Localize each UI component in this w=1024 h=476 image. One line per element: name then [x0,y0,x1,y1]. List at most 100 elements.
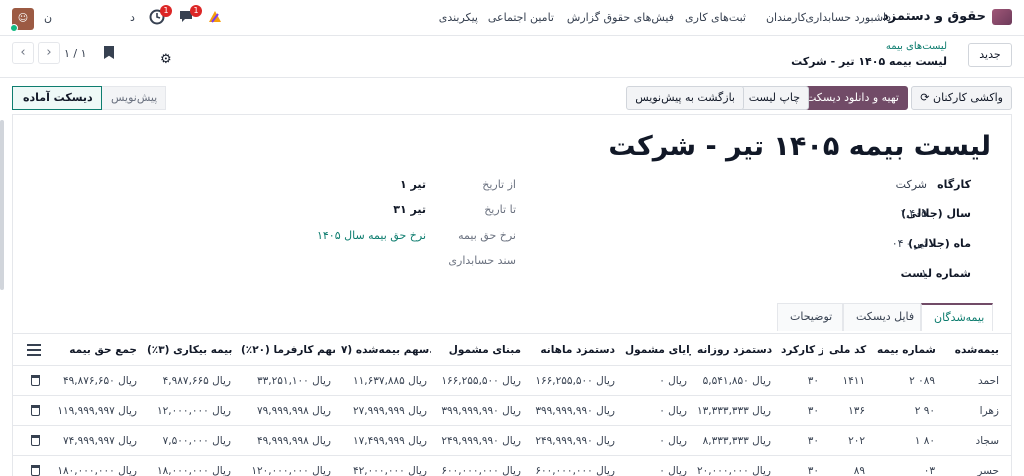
menu-payslips[interactable]: فیش‌های حقوق [604,11,674,24]
table-row[interactable]: زهرا ۲ ۹۰ ۱۳۶ ۳۰ ریال ۱۳,۳۳۳,۳۳۳ ریال ۰ ریال ۳… [13,396,1011,426]
cell-employee-share: ریال ۱۷,۴۹۹,۹۹۹ [353,435,427,447]
cell-unemployment: ریال ۴,۹۸۷,۶۶۵ [162,375,231,387]
back-to-draft-button[interactable]: بازگشت به پیش‌نویس [626,86,744,110]
activity-clock-icon[interactable]: 1 [148,5,172,26]
action-bar: ⟳ واکشی کارکنان تهیه و دانلود دیسکت چاپ … [0,78,1024,114]
column-header-insurance-number: شماره بیمه [877,344,936,356]
cell-insurance-number: ۲ ۹۰ [914,405,935,417]
trash-icon[interactable] [31,435,40,446]
cell-taxable-base: ریال ۱۶۶,۲۵۵,۵۰۰ [441,375,521,387]
cell-insurance-number: ۱ ۸۰ [914,435,935,447]
cell-employer-share: ریال ۴۹,۹۹۹,۹۹۸ [257,435,331,447]
field-value-workshop[interactable]: شرکت [896,178,927,191]
tab-disk-file[interactable]: فایل دیسکت [843,303,921,331]
prepare-download-button[interactable]: تهیه و دانلود دیسکت [796,86,908,110]
cell-daily-wage: ریال ۸,۳۳۳,۳۳۳ [702,435,771,447]
cell-employer-share: ریال ۷۹,۹۹۹,۹۹۸ [257,405,331,417]
status-draft[interactable]: پیش‌نویس [100,86,166,110]
field-value-list-number[interactable]: ۰۱ [915,267,927,280]
studio-icon[interactable] [206,8,224,26]
field-value-month[interactable]: ۰۴ - تیر [892,237,927,250]
column-header-monthly-wage: دستمزد ماهانه [540,344,615,356]
table-row[interactable]: سجاد ۱ ۸۰ ۲۰۲ ۳۰ ریال ۸,۳۳۳,۳۳۳ ریال ۰ ریال ۲۴… [13,426,1011,456]
form-sheet: لیست بیمه ۱۴۰۵ تیر - شرکت کارگاه شرکت سا… [12,114,1012,476]
new-button[interactable]: جدید [968,43,1012,67]
cell-employer-share: ریال ۳۳,۲۵۱,۱۰۰ [257,375,331,387]
cell-taxable-benefits: ریال ۰ [659,405,687,417]
record-title: لیست بیمه ۱۴۰۵ تیر - شرکت [608,131,991,162]
user-name-initial[interactable]: ن [44,11,52,24]
left-scroll-indicator [0,120,4,290]
cell-employee-share: ریال ۱۱,۶۳۷,۸۸۵ [353,375,427,387]
status-ready[interactable]: دیسکت آماده [12,86,102,110]
menu-reporting[interactable]: گزارش [567,11,600,24]
cell-total-premium: ریال ۴۹,۸۷۶,۶۵۰ [63,375,137,387]
menu-accounting-dashboard[interactable]: داشبورد حسابداری [805,11,891,24]
messages-icon[interactable]: 1 [178,5,202,26]
cell-national-code: ۱۳۶ [848,405,865,417]
cell-monthly-wage: ریال ۶۰۰,۰۰۰,۰۰۰ [535,465,615,476]
cell-daily-wage: ریال ۱۳,۳۳۳,۳۳۳ [697,405,771,417]
pager-prev-icon[interactable]: ‹ [12,42,34,64]
menu-configuration[interactable]: پیکربندی [439,11,478,24]
cell-insured: سجاد [975,435,999,447]
cell-employee-share: ریال ۲۷,۹۹۹,۹۹۹ [353,405,427,417]
cell-insurance-number: ۲ ۰۸۹ [909,375,935,387]
cell-taxable-benefits: ریال ۰ [659,465,687,476]
trash-icon[interactable] [31,465,40,476]
fetch-employees-button[interactable]: ⟳ واکشی کارکنان [911,86,1012,110]
menu-social-security[interactable]: تامین اجتماعی [488,11,554,24]
activity-badge: 1 [160,5,172,17]
app-menu-icon[interactable] [992,9,1012,25]
cell-unemployment: ریال ۱۲,۰۰۰,۰۰۰ [157,405,231,417]
cell-monthly-wage: ریال ۲۴۹,۹۹۹,۹۹۰ [535,435,615,447]
cell-total-premium: ریال ۱۱۹,۹۹۹,۹۹۷ [57,405,137,417]
top-navbar: حقوق و دستمزد داشبورد حسابداری کارمندان … [0,0,1024,36]
gear-icon[interactable]: ⚙ [160,52,172,67]
field-value-year[interactable]: ۱,۴۰۵ [900,207,927,220]
cell-work-days: ۳۰ [807,435,819,447]
breadcrumb-parent[interactable]: لیست‌های بیمه [886,41,947,52]
table-row[interactable]: احمد ۲ ۰۸۹ ۱۴۱۱ ۳۰ ریال ۵,۵۴۱,۸۵۰ ریال ۰ ریال … [13,366,1011,396]
cell-taxable-base: ریال ۶۰۰,۰۰۰,۰۰۰ [441,465,521,476]
column-header-employee-share: سهم بیمه‌شده (۷... [341,344,431,356]
trash-icon[interactable] [31,375,40,386]
field-label-rate: نرخ حق بیمه [458,229,516,242]
cell-taxable-benefits: ریال ۰ [659,375,687,387]
field-value-from-date[interactable]: ۱ تیر [400,178,426,191]
cell-national-code: ۸۹ [853,465,865,476]
user-avatar[interactable]: ☺ [10,8,34,32]
cell-daily-wage: ریال ۵,۵۴۱,۸۵۰ [702,375,771,387]
column-settings-icon[interactable] [27,344,41,356]
cell-taxable-benefits: ریال ۰ [659,435,687,447]
pager-next-icon[interactable]: › [38,42,60,64]
field-label-workshop: کارگاه [937,178,971,191]
trash-icon[interactable] [31,405,40,416]
control-panel: جدید لیست‌های بیمه لیست بیمه ۱۴۰۵ تیر - … [0,36,1024,78]
fetch-employees-label: واکشی کارکنان [933,91,1003,104]
field-value-rate[interactable]: نرخ حق بیمه سال ۱۴۰۵ [317,229,426,242]
cell-daily-wage: ریال ۲۰,۰۰۰,۰۰۰ [697,465,771,476]
cell-insurance-number: ۰۳ [923,465,935,476]
messages-badge: 1 [190,5,202,17]
field-value-to-date[interactable]: ۳۱ تیر [393,203,426,216]
table-row[interactable]: حسر ۰۳ ۸۹ ۳۰ ریال ۲۰,۰۰۰,۰۰۰ ریال ۰ ریال ۶۰۰,۰… [13,456,1011,476]
cell-unemployment: ریال ۷,۵۰۰,۰۰۰ [162,435,231,447]
pager-value[interactable]: ۱ / ۱ [64,47,87,60]
cell-total-premium: ریال ۷۴,۹۹۹,۹۹۷ [63,435,137,447]
app-name[interactable]: حقوق و دستمزد [882,9,986,24]
print-list-button[interactable]: چاپ لیست [739,86,809,110]
cell-monthly-wage: ریال ۱۶۶,۲۵۵,۵۰۰ [535,375,615,387]
cell-insured: حسر [977,465,999,476]
cell-employee-share: ریال ۴۲,۰۰۰,۰۰۰ [353,465,427,476]
company-switcher[interactable]: د [130,11,135,24]
cell-total-premium: ریال ۱۸۰,۰۰۰,۰۰۰ [57,465,137,476]
tab-insured[interactable]: بیمه‌شدگان [921,303,993,331]
bookmark-icon[interactable] [104,46,114,59]
table-header-row: بیمه‌شده شماره بیمه کد ملی روز کارکرد دستمزد… [13,334,1011,366]
tab-notes[interactable]: توضیحات [777,303,843,331]
field-label-to-date: تا تاریخ [484,203,516,216]
column-header-taxable-benefits: مزایای مشمول [625,344,691,356]
menu-employees[interactable]: کارمندان [766,11,806,24]
menu-work-entries[interactable]: ثبت‌های کاری [685,11,746,24]
